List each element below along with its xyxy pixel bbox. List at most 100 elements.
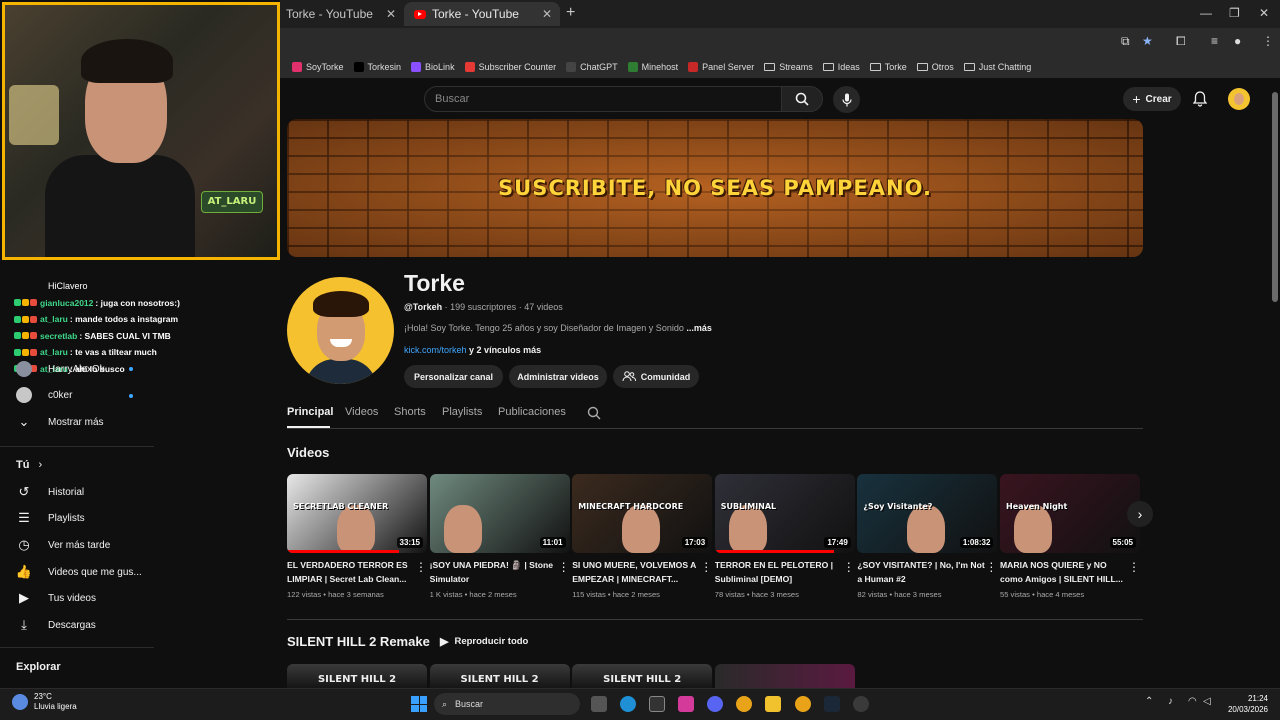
description-more-link[interactable]: ...más xyxy=(686,323,712,333)
close-tab-icon[interactable]: ✕ xyxy=(542,7,552,21)
menu-icon[interactable]: ⋮ xyxy=(1262,34,1274,48)
customize-channel-button[interactable]: Personalizar canal xyxy=(404,365,503,388)
steam-icon[interactable] xyxy=(824,696,840,712)
video-thumbnail[interactable]: 11:01 xyxy=(429,474,570,553)
bookmark-chatgpt[interactable]: ChatGPT xyxy=(566,62,618,72)
task-view-icon[interactable] xyxy=(591,696,607,712)
channel-avatar[interactable] xyxy=(287,277,394,384)
store-icon[interactable] xyxy=(649,696,665,712)
account-avatar[interactable] xyxy=(1228,88,1250,110)
video-card[interactable]: SECRETLAB CLEANER 33:15 EL VERDADERO TERRO… xyxy=(287,474,427,599)
tab-principal[interactable]: Principal xyxy=(287,406,333,418)
bookmark-torke[interactable]: Torke xyxy=(869,62,907,72)
video-title[interactable]: SI UNO MUERE, VOLVEMOS A EMPEZAR | MINEC… xyxy=(572,559,700,586)
chrome-active-icon[interactable] xyxy=(795,696,811,712)
sidebar-item-watch-later[interactable]: ◷ Ver más tarde xyxy=(16,532,156,558)
sidebar-item-your-videos[interactable]: ▶ Tus videos xyxy=(16,585,156,611)
taskbar-clock[interactable]: 21:24 20/03/2026 xyxy=(1222,693,1268,715)
sidebar-show-more[interactable]: ⌄ Mostrar más xyxy=(16,409,156,435)
search-input[interactable]: Buscar xyxy=(424,86,782,112)
more-options-icon[interactable]: ⋮ xyxy=(558,560,570,574)
tab-playlists[interactable]: Playlists xyxy=(442,406,482,418)
close-tab-icon[interactable]: ✕ xyxy=(386,7,396,21)
sidebar-sub-harryalexok[interactable]: HarryAlexOk xyxy=(16,356,156,382)
close-window-icon[interactable]: ✕ xyxy=(1259,6,1269,20)
voice-search-button[interactable] xyxy=(833,86,860,113)
bookmark-subscriber-counter[interactable]: Subscriber Counter xyxy=(464,62,556,72)
sidebar-sub-c0ker[interactable]: c0ker xyxy=(16,382,156,408)
tab-publicaciones[interactable]: Publicaciones xyxy=(498,406,566,418)
volume-icon[interactable]: ◁ xyxy=(1203,696,1211,707)
page-scrollbar-thumb[interactable] xyxy=(1272,92,1278,302)
search-button[interactable] xyxy=(781,86,823,112)
video-thumbnail[interactable]: Heaven Night 55:05 xyxy=(1000,474,1140,553)
video-card[interactable]: Heaven Night 55:05 MARIA NOS QUIERE y NO c… xyxy=(1000,474,1140,599)
tray-mic-icon[interactable]: ♪ xyxy=(1168,696,1173,707)
notifications-bell-icon[interactable] xyxy=(1193,91,1207,107)
video-card[interactable]: ¿Soy Visitante? 1:08:32 ¿SOY VISITANTE? | … xyxy=(857,474,998,599)
video-thumbnail[interactable]: MINECRAFT HARDCORE 17:03 xyxy=(572,474,713,553)
channel-search-icon[interactable] xyxy=(587,406,601,420)
more-options-icon[interactable]: ⋮ xyxy=(415,560,427,574)
media-icon[interactable]: ≡ xyxy=(1211,34,1218,48)
bookmark-star-icon[interactable]: ★ xyxy=(1142,34,1153,48)
bookmark-soytorke[interactable]: SoyTorke xyxy=(292,62,344,72)
bookmark-ideas[interactable]: Ideas xyxy=(822,62,860,72)
taskbar-search[interactable]: ⌕ Buscar xyxy=(434,693,580,715)
shelf-next-button[interactable]: › xyxy=(1127,501,1153,527)
video-title[interactable]: TERROR EN EL PELOTERO | Subliminal [DEMO… xyxy=(715,559,843,586)
video-card[interactable]: 11:01 ¡SOY UNA PIEDRA! 🗿 | Stone Simulato… xyxy=(429,474,570,599)
sidebar-heading-you[interactable]: Tú › xyxy=(16,459,42,471)
windows-start-icon[interactable] xyxy=(411,696,427,712)
play-all-button[interactable]: ▶ Reproducir todo xyxy=(440,635,528,648)
discord-icon[interactable] xyxy=(707,696,723,712)
more-options-icon[interactable]: ⋮ xyxy=(700,560,712,574)
community-button[interactable]: Comunidad xyxy=(613,365,699,388)
channel-external-link[interactable]: kick.com/torkeh xyxy=(404,345,467,355)
bookmark-just-chatting[interactable]: Just Chatting xyxy=(963,62,1031,72)
manage-videos-button[interactable]: Administrar videos xyxy=(509,365,607,388)
tray-chevron-icon[interactable]: ⌃ xyxy=(1145,696,1153,707)
browser-tab-active[interactable]: Torke - YouTube ✕ xyxy=(404,2,560,26)
cast-icon[interactable]: ⧉ xyxy=(1121,34,1130,49)
weather-widget[interactable]: 23°C Lluvia ligera xyxy=(12,692,77,712)
video-title[interactable]: MARIA NOS QUIERE y NO como Amigos | SILE… xyxy=(1000,559,1128,586)
maximize-icon[interactable]: ❐ xyxy=(1229,6,1240,20)
more-options-icon[interactable]: ⋮ xyxy=(985,560,997,574)
sidebar-item-historial[interactable]: ↺ Historial xyxy=(16,479,156,505)
bookmark-biolink[interactable]: BioLink xyxy=(411,62,455,72)
sidebar-item-playlists[interactable]: ☰ Playlists xyxy=(16,505,156,531)
video-card[interactable]: MINECRAFT HARDCORE 17:03 SI UNO MUERE, VOL… xyxy=(572,474,713,599)
sidebar-item-liked-videos[interactable]: 👍 Videos que me gus... xyxy=(16,559,156,585)
video-title[interactable]: ¿SOY VISITANTE? | No, I'm Not a Human #2 xyxy=(857,559,985,586)
video-thumbnail[interactable]: SECRETLAB CLEANER 33:15 xyxy=(287,474,427,553)
bookmark-torkesin[interactable]: Torkesin xyxy=(353,62,401,72)
playlist-video-thumbnail[interactable] xyxy=(714,664,855,688)
bookmark-minehost[interactable]: Minehost xyxy=(627,62,678,72)
profile-icon[interactable]: ● xyxy=(1234,34,1241,48)
more-options-icon[interactable]: ⋮ xyxy=(843,560,855,574)
sidebar-item-downloads[interactable]: ⤓ Descargas xyxy=(16,612,156,638)
playlist-section-title[interactable]: SILENT HILL 2 Remake xyxy=(287,634,430,649)
file-explorer-icon[interactable] xyxy=(765,696,781,712)
video-thumbnail[interactable]: SUBLIMINAL 17:49 xyxy=(714,474,855,553)
wifi-icon[interactable]: ◠ xyxy=(1188,696,1197,707)
create-button[interactable]: + Crear xyxy=(1123,87,1181,111)
playlist-video-thumbnail[interactable]: SILENT HILL 2 xyxy=(429,664,570,688)
videos-section-title[interactable]: Videos xyxy=(287,445,329,460)
extensions-icon[interactable]: ⧠ xyxy=(1176,34,1186,49)
video-thumbnail[interactable]: ¿Soy Visitante? 1:08:32 xyxy=(857,474,998,553)
instagram-app-icon[interactable] xyxy=(678,696,694,712)
bookmark-otros[interactable]: Otros xyxy=(916,62,954,72)
channel-more-links[interactable]: y 2 vínculos más xyxy=(469,345,541,355)
browser-tab[interactable]: Torke - YouTube ✕ xyxy=(276,2,404,26)
bookmark-streams[interactable]: Streams xyxy=(764,62,813,72)
playlist-video-thumbnail[interactable]: SILENT HILL 2 xyxy=(287,664,427,688)
more-options-icon[interactable]: ⋮ xyxy=(1128,560,1140,574)
video-card[interactable]: SUBLIMINAL 17:49 TERROR EN EL PELOTERO | S… xyxy=(714,474,855,599)
bookmark-panel-server[interactable]: Panel Server xyxy=(688,62,754,72)
playlist-video-thumbnail[interactable]: SILENT HILL 2 xyxy=(572,664,713,688)
new-tab-icon[interactable]: + xyxy=(566,4,575,22)
video-title[interactable]: EL VERDADERO TERROR ES LIMPIAR | Secret … xyxy=(287,559,415,586)
tab-shorts[interactable]: Shorts xyxy=(394,406,426,418)
